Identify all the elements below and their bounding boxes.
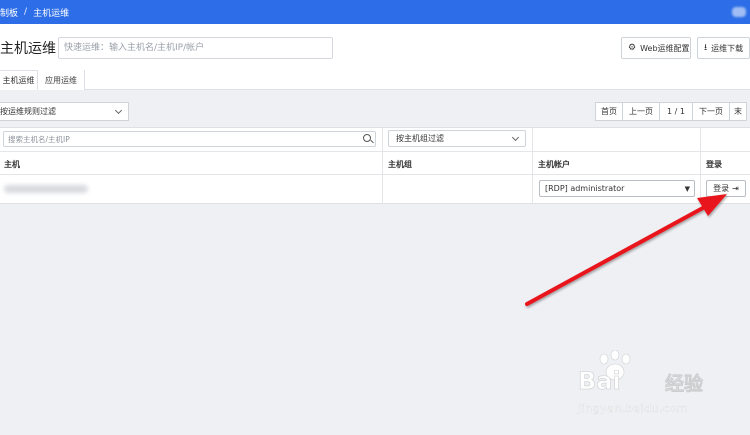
next-page-button[interactable]: 下一页 [692,102,730,121]
watermark-url: jingyan.baidu.com [578,402,689,415]
breadcrumb-separator: / [24,7,28,17]
page-indicator: 1 / 1 [659,102,693,121]
row-divider [0,151,750,152]
tab-app-ops[interactable]: 应用运维 [38,70,85,90]
column-header-login: 登录 [706,160,722,169]
breadcrumb-item-parent[interactable]: 制板 [0,6,18,19]
rule-filter-label: 按运维规则过滤 [0,107,56,116]
search-icon[interactable] [363,134,371,142]
last-page-button[interactable]: 末 [729,102,747,121]
breadcrumb-item-current: 主机运维 [33,8,70,19]
column-header-host-group: 主机组 [388,160,412,169]
chevron-down-icon [114,106,123,115]
row-divider [0,174,750,175]
login-button-label: 登录 [713,184,730,193]
caret-down-icon: ▼ [684,185,690,193]
top-navigation-bar: 制板 / 主机运维 [0,0,750,24]
download-icon: ⭳ [704,43,708,53]
baidu-jingyan-watermark: Bai 经验 jingyan.baidu.com [578,350,728,420]
web-config-label: Web运维配置 [640,43,690,53]
host-name-redacted [4,185,88,193]
host-group-filter-select[interactable]: 按主机组过滤 [388,130,526,147]
chevron-down-icon [511,133,520,142]
watermark-brand-cn: 经验 [665,373,704,396]
column-header-account: 主机帐户 [538,160,570,169]
watermark-brand: Bai [578,367,621,396]
column-divider [700,128,701,204]
gear-icon: ⚙ [628,43,637,53]
download-button[interactable]: ⭳ 运维下载 [697,37,750,59]
web-config-button[interactable]: ⚙ Web运维配置 [621,37,691,59]
tab-bar: 主机运维 应用运维 [0,70,750,90]
first-page-button[interactable]: 首页 [595,102,623,121]
pagination: 首页 上一页 1 / 1 下一页 末 [595,102,747,121]
prev-page-button[interactable]: 上一页 [622,102,660,121]
quick-search-input[interactable] [58,37,333,59]
user-avatar[interactable] [732,7,746,17]
column-header-host: 主机 [4,160,20,169]
account-select[interactable]: [RDP] administrator ▼ [539,180,695,197]
column-divider [532,128,533,204]
column-divider [382,128,383,204]
tab-host-ops[interactable]: 主机运维 [0,70,38,90]
page-header: 主机运维 ⚙ Web运维配置 ⭳ 运维下载 [0,24,750,70]
sign-in-icon: ⇥ [732,184,739,193]
rule-filter-select[interactable]: 按运维规则过滤 [0,102,129,121]
account-select-value: [RDP] administrator [545,184,625,193]
download-label: 运维下载 [711,43,744,53]
host-search-input[interactable] [3,131,376,147]
host-group-filter-label: 按主机组过滤 [396,134,444,143]
page-title: 主机运维 [0,41,56,57]
host-table: 按主机组过滤 主机 主机组 主机帐户 登录 [RDP] administrato… [0,127,750,204]
login-button[interactable]: 登录 ⇥ [706,180,746,197]
